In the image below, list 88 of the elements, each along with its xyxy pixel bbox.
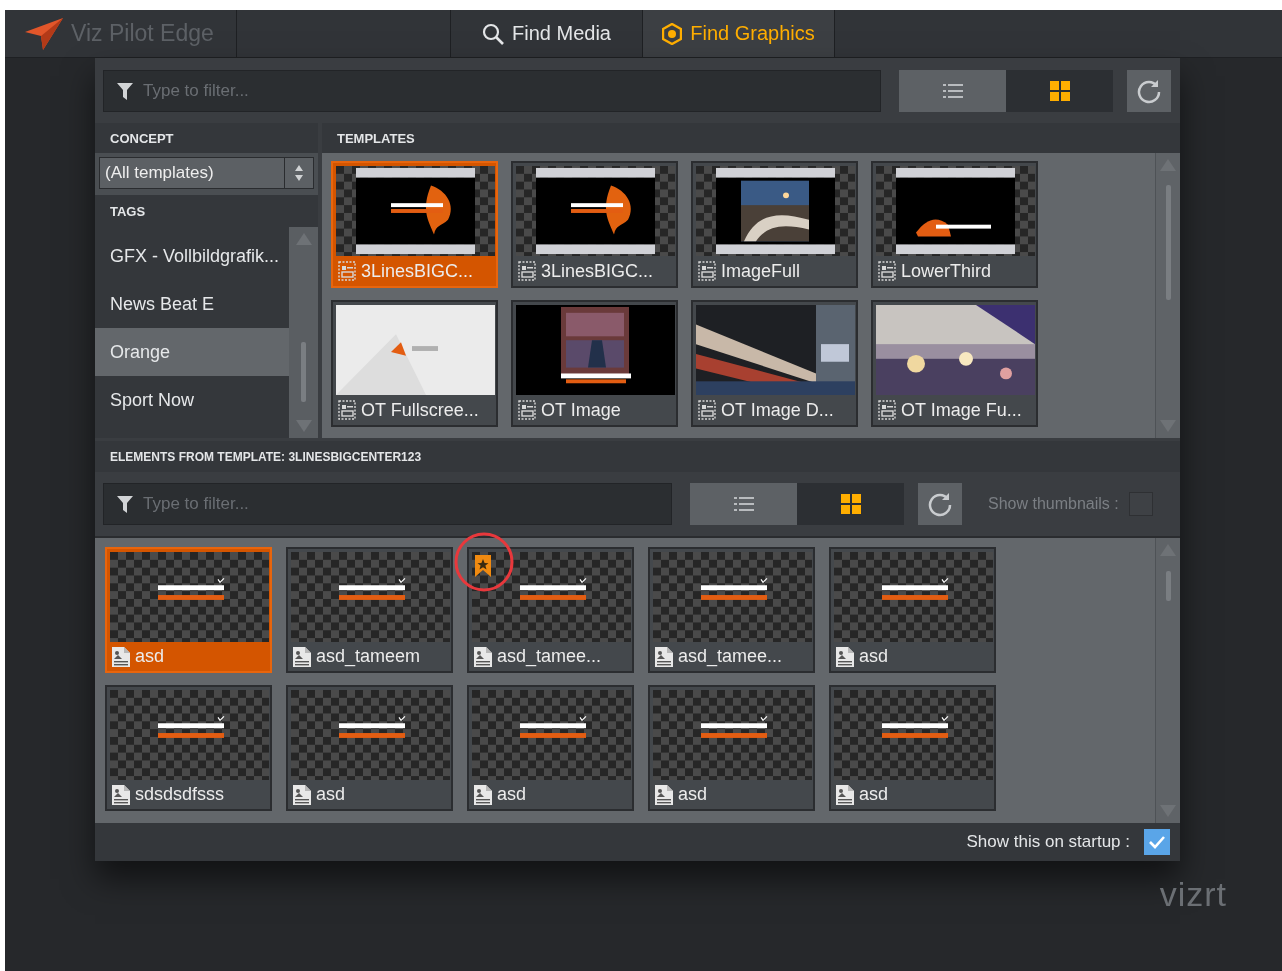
element-card[interactable]: asd: [105, 547, 272, 673]
element-name: asd: [135, 646, 165, 667]
tab[interactable]: Find Graphics: [643, 10, 835, 57]
tag-item[interactable]: Orange: [95, 328, 289, 376]
template-name: OT Image Fu...: [901, 399, 1022, 421]
element-name: asd_tamee...: [497, 646, 602, 667]
document-icon: [112, 646, 130, 667]
element-name: asd: [497, 784, 527, 805]
list-view-button[interactable]: [690, 483, 797, 525]
startup-label: Show this on startup :: [966, 832, 1130, 852]
tag-item[interactable]: News Beat E: [95, 280, 289, 328]
element-name: asd: [316, 784, 346, 805]
element-card[interactable]: asd_tamee...: [467, 547, 634, 673]
template-icon: [878, 400, 896, 420]
template-name: 3LinesBIGC...: [361, 260, 474, 282]
element-name: asd_tamee...: [678, 646, 783, 667]
element-card[interactable]: sdsdsdfsss: [105, 685, 272, 811]
template-icon: [878, 261, 896, 281]
template-name: OT Image D...: [721, 399, 834, 421]
filter-icon: [117, 82, 133, 100]
template-card[interactable]: OT Image Fu...: [871, 300, 1038, 427]
filter-field[interactable]: Type to filter...: [103, 483, 672, 525]
up-down-arrows-icon: [294, 164, 304, 182]
element-card[interactable]: asd: [648, 685, 815, 811]
template-card[interactable]: ImageFull: [691, 161, 858, 288]
refresh-button[interactable]: [1127, 69, 1171, 112]
template-card[interactable]: OT Image: [511, 300, 678, 427]
paper-plane-icon: [25, 17, 63, 50]
checkbox[interactable]: [1144, 829, 1170, 855]
tag-item[interactable]: Sport Now: [95, 376, 289, 424]
element-name: asd: [859, 646, 889, 667]
element-card[interactable]: asd: [829, 547, 996, 673]
document-icon: [836, 646, 854, 667]
grid-view-icon: [1049, 80, 1070, 101]
template-name: LowerThird: [901, 260, 992, 282]
template-name: OT Fullscree...: [361, 399, 479, 421]
grid-view-icon: [840, 494, 861, 514]
list-view-icon: [942, 82, 963, 99]
element-name: sdsdsdfsss: [135, 784, 225, 805]
template-card[interactable]: OT Image D...: [691, 300, 858, 427]
template-icon: [338, 261, 356, 281]
template-card[interactable]: OT Fullscree...: [331, 300, 498, 427]
template-card[interactable]: 3LinesBIGC...: [511, 161, 678, 288]
document-icon: [112, 784, 130, 805]
document-icon: [655, 784, 673, 805]
list-view-button[interactable]: [899, 69, 1006, 112]
element-card[interactable]: asd_tameem: [286, 547, 453, 673]
element-card[interactable]: asd: [829, 685, 996, 811]
template-icon: [518, 261, 536, 281]
document-icon: [293, 646, 311, 667]
element-card[interactable]: asd_tamee...: [648, 547, 815, 673]
element-name: asd: [859, 784, 889, 805]
scrollbar[interactable]: [1155, 538, 1180, 823]
element-card[interactable]: asd: [467, 685, 634, 811]
template-name: OT Image: [541, 399, 621, 421]
template-name: ImageFull: [721, 260, 801, 282]
document-icon: [293, 784, 311, 805]
template-icon: [518, 400, 536, 420]
template-name: 3LinesBIGC...: [541, 260, 654, 282]
template-icon: [338, 400, 356, 420]
scrollbar[interactable]: [1155, 153, 1180, 438]
document-icon: [474, 784, 492, 805]
element-name: asd: [678, 784, 708, 805]
template-icon: [698, 400, 716, 420]
template-icon: [698, 261, 716, 281]
checkmark-icon: [1148, 835, 1166, 849]
tag-item[interactable]: GFX - Vollbildgrafik...: [95, 232, 289, 280]
hexagon-icon: [662, 22, 683, 45]
concept-dropdown[interactable]: (All templates): [99, 157, 314, 189]
refresh-icon: [927, 491, 953, 517]
scrollbar[interactable]: [289, 227, 318, 438]
document-icon: [474, 646, 492, 667]
document-icon: [655, 646, 673, 667]
element-name: asd_tameem: [316, 646, 421, 667]
section-heading: TEMPLATES: [322, 123, 1180, 153]
filter-field[interactable]: Type to filter...: [103, 69, 881, 112]
list-view-icon: [733, 496, 754, 512]
refresh-button[interactable]: [918, 483, 962, 525]
template-card[interactable]: LowerThird: [871, 161, 1038, 288]
grid-view-button[interactable]: [797, 483, 904, 525]
show-thumbnails-label: Show thumbnails :: [988, 495, 1119, 513]
document-icon: [836, 784, 854, 805]
section-heading: ELEMENTS FROM TEMPLATE: 3LINESBIGCENTER123: [95, 441, 1180, 472]
element-card[interactable]: asd: [286, 685, 453, 811]
grid-view-button[interactable]: [1006, 69, 1113, 112]
filter-icon: [117, 496, 133, 513]
search-icon: [482, 22, 505, 45]
brand-logo: vizrt: [1159, 875, 1227, 914]
